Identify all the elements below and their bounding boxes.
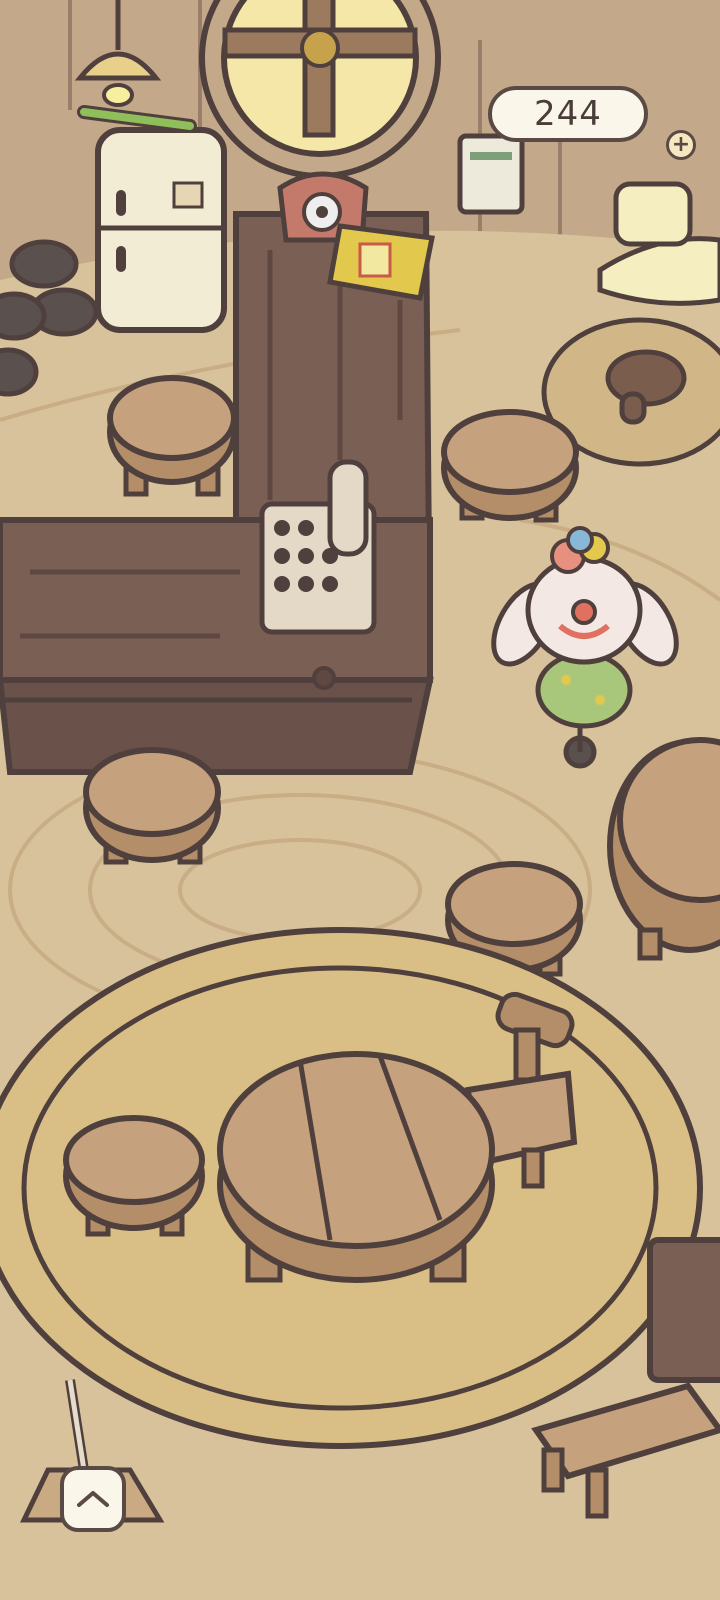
game-scene: 244 + <box>0 0 720 1600</box>
expand-menu-button[interactable] <box>60 1466 126 1532</box>
add-coins-button[interactable]: + <box>666 130 696 160</box>
wall-notice <box>457 133 525 215</box>
stool-2 <box>441 409 579 523</box>
stool-1 <box>107 375 237 497</box>
fridge <box>77 105 227 333</box>
chevron-up-icon <box>77 1491 109 1507</box>
menu-booklet <box>327 223 435 301</box>
coin-counter[interactable]: 244 <box>488 86 648 142</box>
plus-icon: + <box>671 132 691 157</box>
coin-count-value: 244 <box>534 94 602 134</box>
round-table <box>217 1051 495 1283</box>
stool-3 <box>83 747 221 865</box>
cafe-room-illustration <box>0 0 720 1600</box>
wooden-crate <box>647 1237 720 1383</box>
stool-5 <box>63 1115 205 1237</box>
